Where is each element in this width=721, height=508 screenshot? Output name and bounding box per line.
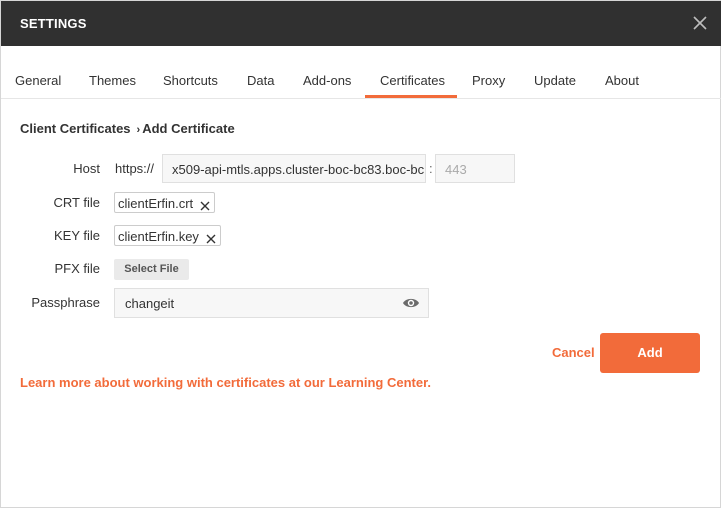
- host-label: Host: [73, 161, 100, 176]
- remove-key-file-icon[interactable]: [206, 232, 216, 243]
- breadcrumb: Client Certificates › Add Certificate: [20, 121, 235, 136]
- key-file-chip: clientErfin.key: [114, 225, 221, 246]
- remove-crt-file-icon[interactable]: [200, 199, 210, 210]
- title-bar: SETTINGS: [1, 1, 721, 46]
- breadcrumb-parent[interactable]: Client Certificates: [20, 121, 131, 136]
- host-port-separator: :: [429, 161, 433, 176]
- tab-themes[interactable]: Themes: [89, 73, 136, 88]
- host-input[interactable]: x509-api-mtls.apps.cluster-boc-bc83.boc-…: [162, 154, 426, 183]
- tab-about[interactable]: About: [605, 73, 639, 88]
- breadcrumb-current: Add Certificate: [142, 121, 235, 136]
- key-file-label: KEY file: [53, 228, 100, 243]
- dialog-title: SETTINGS: [20, 16, 87, 31]
- settings-tabs: General Themes Shortcuts Data Add-ons Ce…: [1, 46, 721, 99]
- eye-icon[interactable]: [402, 296, 420, 310]
- key-file-name: clientErfin.key: [118, 229, 199, 244]
- passphrase-label: Passphrase: [31, 295, 100, 310]
- host-protocol-prefix: https://: [115, 161, 155, 176]
- add-button[interactable]: Add: [600, 333, 700, 373]
- tab-data[interactable]: Data: [247, 73, 274, 88]
- crt-file-name: clientErfin.crt: [118, 196, 194, 211]
- passphrase-input[interactable]: changeit: [114, 288, 429, 318]
- select-pfx-file-button[interactable]: Select File: [114, 259, 189, 280]
- tab-general[interactable]: General: [15, 73, 61, 88]
- port-input[interactable]: 443: [435, 154, 515, 183]
- breadcrumb-separator-icon: ›: [136, 124, 141, 136]
- cancel-button[interactable]: Cancel: [552, 345, 595, 360]
- tab-shortcuts[interactable]: Shortcuts: [163, 73, 218, 88]
- settings-dialog: SETTINGS General Themes Shortcuts Data A…: [0, 0, 721, 508]
- learning-center-link[interactable]: Learn more about working with certificat…: [20, 375, 431, 390]
- tab-update[interactable]: Update: [534, 73, 576, 88]
- tab-add-ons[interactable]: Add-ons: [303, 73, 351, 88]
- tab-certificates[interactable]: Certificates: [380, 73, 445, 88]
- crt-file-label: CRT file: [53, 195, 100, 210]
- close-icon[interactable]: [691, 14, 709, 32]
- pfx-file-label: PFX file: [54, 261, 100, 276]
- active-tab-indicator: [365, 95, 457, 98]
- crt-file-chip: clientErfin.crt: [114, 192, 216, 213]
- tab-proxy[interactable]: Proxy: [472, 73, 505, 88]
